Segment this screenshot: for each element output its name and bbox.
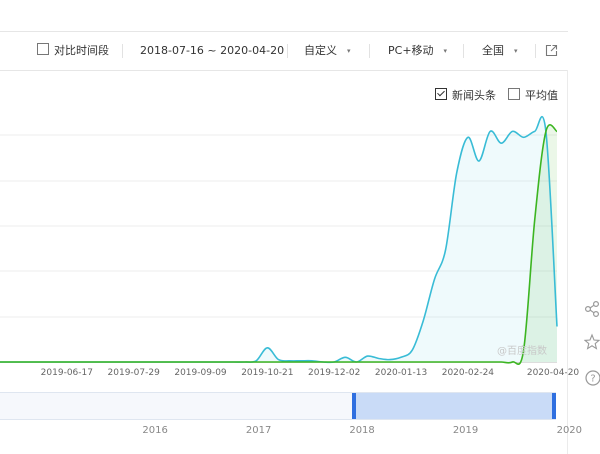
navigator-year-label: 2017 <box>245 425 272 436</box>
time-navigator[interactable] <box>0 392 556 420</box>
navigator-year-label: 2016 <box>142 425 168 436</box>
navigator-year-label: 2020 <box>556 425 583 436</box>
navigator-left-handle[interactable] <box>352 393 356 419</box>
series-area <box>0 116 557 363</box>
x-tick-label: 2019-06-17 <box>40 368 93 378</box>
x-tick-label: 2019-07-29 <box>107 368 160 378</box>
watermark: @百度指数 <box>497 346 547 357</box>
x-tick-label: 2020-02-24 <box>441 368 495 378</box>
x-tick-label: 2019-09-09 <box>174 368 227 378</box>
svg-text:?: ? <box>590 374 595 385</box>
x-tick-label: 2019-10-21 <box>241 368 294 378</box>
x-tick-label: 2019-12-02 <box>308 368 361 378</box>
panel-divider <box>567 70 568 454</box>
star-icon[interactable] <box>584 333 600 351</box>
help-icon[interactable]: ? <box>584 369 600 387</box>
share-icon[interactable] <box>584 300 600 318</box>
trend-chart <box>0 115 558 365</box>
x-tick-label: 2020-01-13 <box>374 368 428 378</box>
navigator-selection[interactable] <box>354 393 554 419</box>
navigator-year-label: 2019 <box>452 425 479 436</box>
x-tick-label: 2020-04-20 <box>526 368 580 378</box>
navigator-right-handle[interactable] <box>552 393 556 419</box>
navigator-year-label: 2018 <box>349 425 375 436</box>
